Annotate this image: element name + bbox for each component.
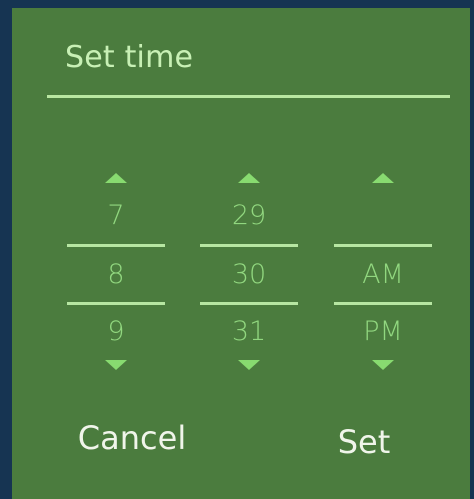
dialog-title: Set time: [65, 40, 194, 75]
hour-selection-bottom-line: [67, 302, 165, 305]
cancel-button[interactable]: Cancel: [57, 418, 207, 458]
minute-selection-top-line: [200, 244, 298, 247]
minute-next-value[interactable]: 31: [200, 316, 298, 348]
ampm-up-arrow-icon[interactable]: [372, 173, 394, 183]
title-divider: [47, 95, 450, 98]
minute-previous-value[interactable]: 29: [200, 200, 298, 232]
hour-selection-top-line: [67, 244, 165, 247]
ampm-down-arrow-icon[interactable]: [372, 360, 394, 370]
hour-picker[interactable]: 7 8 9: [67, 168, 165, 378]
minute-up-arrow-icon[interactable]: [238, 173, 260, 183]
minute-down-arrow-icon[interactable]: [238, 360, 260, 370]
set-time-dialog: Set time 7 8 9 29 30 31 AM PM Cancel Set: [12, 8, 470, 499]
ampm-selected-value[interactable]: AM: [334, 259, 432, 291]
hour-up-arrow-icon[interactable]: [105, 173, 127, 183]
hour-previous-value[interactable]: 7: [67, 200, 165, 232]
hour-next-value[interactable]: 9: [67, 316, 165, 348]
minute-selection-bottom-line: [200, 302, 298, 305]
hour-down-arrow-icon[interactable]: [105, 360, 127, 370]
ampm-selection-top-line: [334, 244, 432, 247]
ampm-next-value[interactable]: PM: [334, 316, 432, 348]
minute-selected-value[interactable]: 30: [200, 259, 298, 291]
set-button[interactable]: Set: [304, 422, 424, 462]
minute-picker[interactable]: 29 30 31: [200, 168, 298, 378]
ampm-picker[interactable]: AM PM: [334, 168, 432, 378]
ampm-selection-bottom-line: [334, 302, 432, 305]
hour-selected-value[interactable]: 8: [67, 259, 165, 291]
